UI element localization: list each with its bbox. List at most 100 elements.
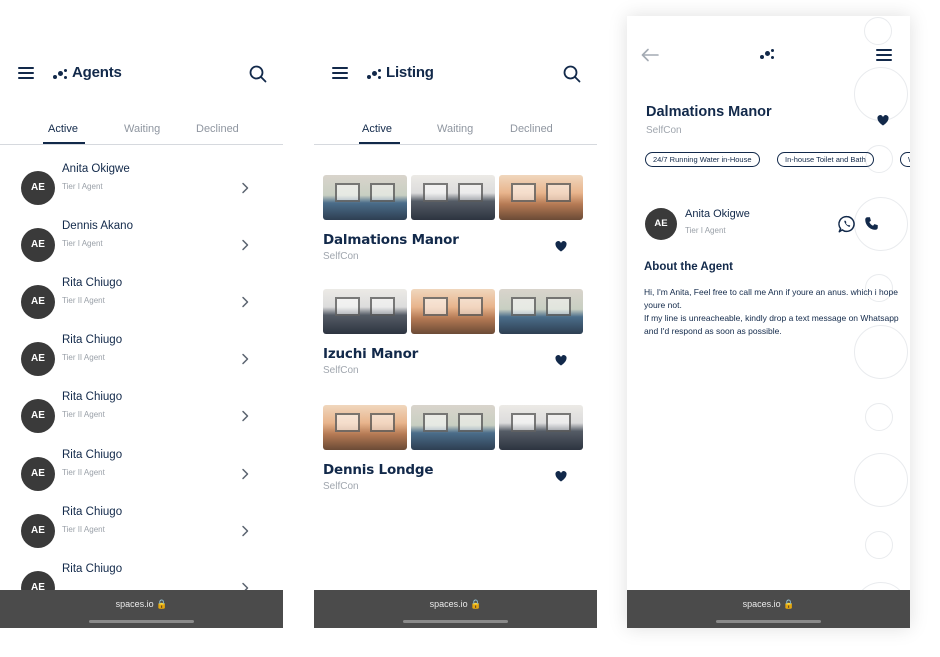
listing-title[interactable]: Izuchi Manor (323, 346, 418, 362)
listing-photo[interactable] (411, 289, 495, 334)
chevron-right-icon[interactable] (240, 239, 250, 251)
listing-detail-screen: Dalmations Manor SelfCon 24/7 Running Wa… (627, 16, 910, 628)
page-title: Listing (386, 64, 434, 81)
avatar: AE (21, 514, 55, 548)
agent-tier: Tier II Agent (62, 525, 105, 534)
home-indicator[interactable] (89, 620, 194, 623)
whatsapp-icon[interactable] (838, 215, 856, 233)
agent-name: Rita Chiugo (62, 334, 123, 346)
tab-declined[interactable]: Declined (196, 123, 239, 135)
heart-icon[interactable] (555, 355, 567, 366)
listing-photo[interactable] (499, 405, 583, 450)
hamburger-icon[interactable] (18, 67, 34, 79)
url-label[interactable]: spaces.io 🔒 (314, 599, 597, 610)
agent-row[interactable]: AE Rita Chiugo Tier II Agent (0, 505, 283, 562)
decorative-circle (854, 197, 908, 251)
listing-type: SelfCon (323, 365, 359, 376)
tab-declined[interactable]: Declined (510, 123, 553, 135)
listing-photo[interactable] (411, 175, 495, 220)
url-label[interactable]: spaces.io 🔒 (627, 599, 910, 610)
tab-active[interactable]: Active (362, 123, 392, 135)
tab-active[interactable]: Active (48, 123, 78, 135)
chevron-right-icon[interactable] (240, 182, 250, 194)
agent-row[interactable]: AE Rita Chiugo Tier II Agent (0, 333, 283, 390)
agent-name: Rita Chiugo (62, 506, 123, 518)
agent-tier: Tier I Agent (62, 182, 103, 191)
about-text: Hi, I'm Anita, Feel free to call me Ann … (644, 286, 899, 338)
agent-tier: Tier II Agent (62, 410, 105, 419)
feature-chip[interactable]: W (900, 152, 910, 167)
listing-type: SelfCon (323, 251, 359, 262)
agent-row[interactable]: AE Rita Chiugo Tier II Agent (0, 448, 283, 505)
listing-photo[interactable] (323, 289, 407, 334)
hamburger-icon[interactable] (876, 49, 892, 61)
chevron-right-icon[interactable] (240, 410, 250, 422)
avatar: AE (21, 285, 55, 319)
dots-logo-icon (367, 69, 383, 81)
home-indicator[interactable] (716, 620, 821, 623)
agent-row[interactable]: AE Rita Chiugo Tier II Agent (0, 276, 283, 333)
agent-name: Rita Chiugo (62, 277, 123, 289)
search-icon[interactable] (249, 65, 267, 83)
url-label[interactable]: spaces.io 🔒 (0, 599, 283, 610)
chevron-right-icon[interactable] (240, 525, 250, 537)
decorative-circle (865, 531, 893, 559)
tab-waiting[interactable]: Waiting (124, 123, 160, 135)
listing-photo[interactable] (411, 405, 495, 450)
heart-icon[interactable] (877, 115, 889, 126)
avatar: AE (21, 399, 55, 433)
phone-icon[interactable] (864, 216, 879, 231)
dots-logo-icon (760, 49, 776, 61)
tab-waiting[interactable]: Waiting (437, 123, 473, 135)
listing-card[interactable]: Dalmations Manor SelfCon (323, 175, 583, 285)
chevron-right-icon[interactable] (240, 296, 250, 308)
listing-screen: Listing Active Waiting Declined Dalmatio… (314, 16, 597, 628)
listing-photo[interactable] (499, 175, 583, 220)
hamburger-icon[interactable] (332, 67, 348, 79)
heart-icon[interactable] (555, 241, 567, 252)
search-icon[interactable] (563, 65, 581, 83)
listing-title[interactable]: Dalmations Manor (323, 232, 459, 248)
listing-photo[interactable] (323, 175, 407, 220)
active-tab-indicator (359, 142, 400, 144)
agent-name: Dennis Akano (62, 220, 133, 232)
listing-title[interactable]: Dennis Londge (323, 462, 434, 478)
about-line: Hi, I'm Anita, Feel free to call me Ann … (644, 287, 898, 310)
agent-row[interactable]: AE Rita Chiugo Tier II Agent (0, 390, 283, 447)
about-heading: About the Agent (644, 261, 734, 273)
listing-card[interactable]: Izuchi Manor SelfCon (323, 289, 583, 399)
app-header: Listing (314, 16, 597, 116)
avatar: AE (21, 342, 55, 376)
page-title: Agents (72, 64, 122, 81)
status-tabs: Active Waiting Declined (0, 121, 283, 145)
about-line: If my line is unreacheable, kindly drop … (644, 313, 899, 336)
dots-logo-icon (53, 69, 69, 81)
home-indicator[interactable] (403, 620, 508, 623)
heart-icon[interactable] (555, 471, 567, 482)
agent-name: Rita Chiugo (62, 391, 123, 403)
feature-chip[interactable]: 24/7 Running Water in-House (645, 152, 760, 167)
agent-row[interactable]: AE Dennis Akano Tier I Agent (0, 219, 283, 276)
feature-chip[interactable]: In-house Toilet and Bath (777, 152, 874, 167)
chevron-right-icon[interactable] (240, 353, 250, 365)
agent-row[interactable]: AE Anita Okigwe Tier I Agent (0, 162, 283, 219)
agent-name: Anita Okigwe (685, 208, 750, 220)
browser-bottom-bar: spaces.io 🔒 (627, 590, 910, 628)
listing-photo[interactable] (499, 289, 583, 334)
avatar[interactable]: AE (645, 208, 677, 240)
avatar: AE (21, 457, 55, 491)
arrow-left-icon[interactable] (641, 48, 659, 62)
chevron-right-icon[interactable] (240, 468, 250, 480)
listing-type: SelfCon (646, 125, 682, 136)
agent-name: Rita Chiugo (62, 563, 123, 575)
agent-tier: Tier II Agent (62, 353, 105, 362)
listing-photo[interactable] (323, 405, 407, 450)
status-tabs: Active Waiting Declined (314, 121, 597, 145)
decorative-circle (864, 17, 892, 45)
agent-name: Rita Chiugo (62, 449, 123, 461)
agent-tier: Tier II Agent (62, 468, 105, 477)
decorative-circle (854, 453, 908, 507)
listing-card[interactable]: Dennis Londge SelfCon (323, 405, 583, 515)
listing-title: Dalmations Manor (646, 104, 772, 120)
browser-bottom-bar: spaces.io 🔒 (0, 590, 283, 628)
